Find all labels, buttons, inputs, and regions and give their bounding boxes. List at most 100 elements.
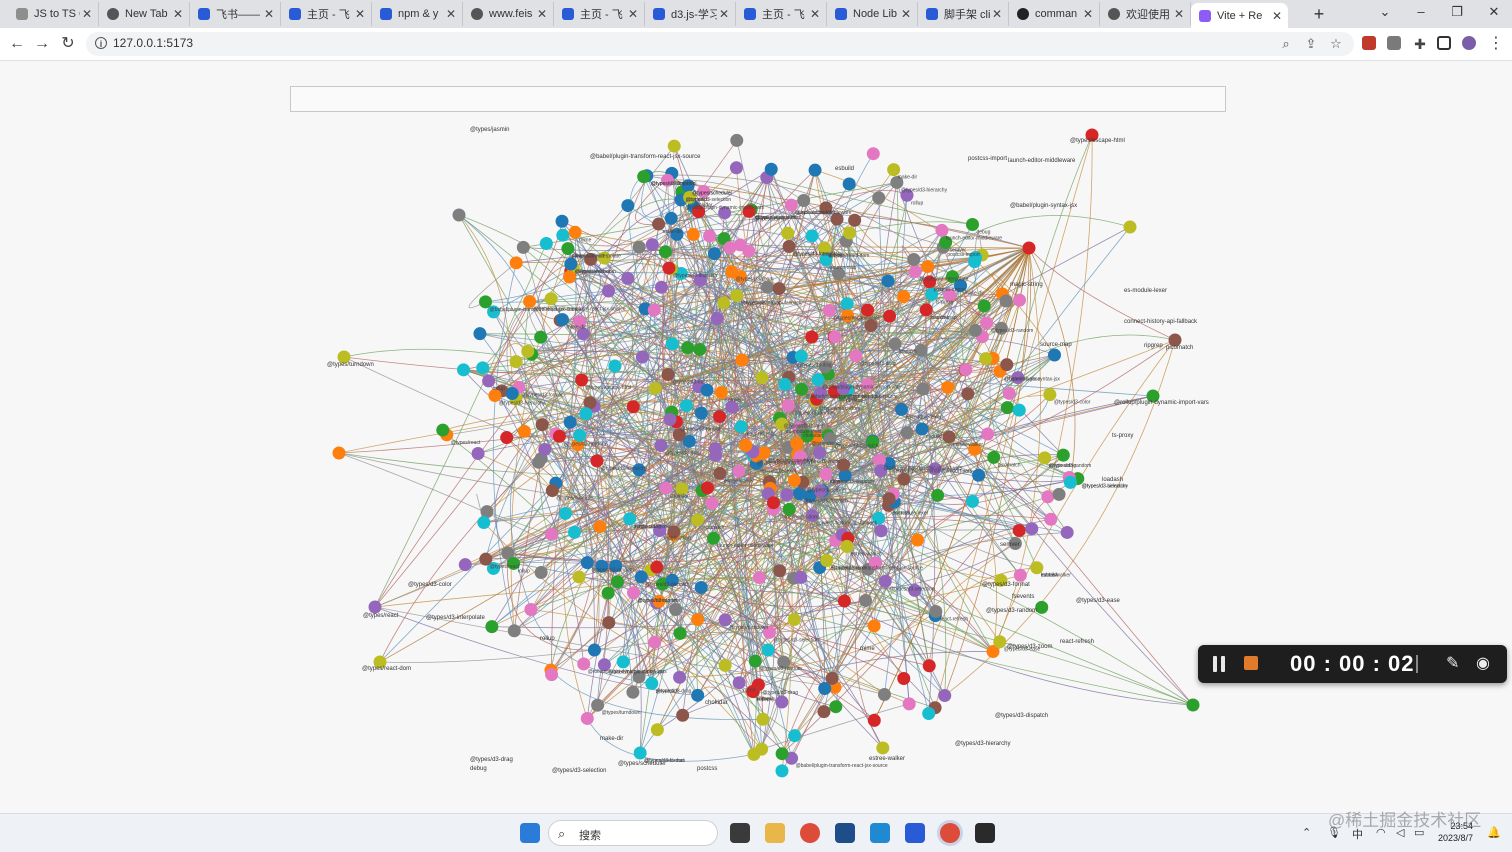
graph-node[interactable]: [610, 575, 624, 589]
graph-node[interactable]: [842, 177, 856, 191]
graph-node[interactable]: [538, 442, 552, 456]
graph-node[interactable]: [817, 705, 831, 719]
camera-icon[interactable]: ◉: [1476, 653, 1490, 673]
graph-node[interactable]: [881, 274, 895, 288]
graph-node[interactable]: [673, 670, 687, 684]
graph-node[interactable]: [883, 309, 897, 323]
graph-node[interactable]: [867, 713, 881, 727]
graph-node[interactable]: [828, 330, 842, 344]
graph-node[interactable]: [1047, 348, 1061, 362]
graph-node[interactable]: [1012, 523, 1026, 537]
graph-node[interactable]: [729, 161, 743, 175]
graph-node[interactable]: [1063, 475, 1077, 489]
graph-node[interactable]: [637, 170, 651, 184]
graph-node[interactable]: [921, 260, 935, 274]
graph-node[interactable]: [568, 525, 582, 539]
graph-node[interactable]: [664, 211, 678, 225]
graph-node[interactable]: [539, 237, 553, 251]
graph-node[interactable]: [772, 282, 786, 296]
graph-node[interactable]: [1002, 386, 1016, 400]
graph-node[interactable]: [718, 658, 732, 672]
graph-node[interactable]: [663, 412, 677, 426]
graph-node[interactable]: [843, 226, 857, 240]
taskbar-search[interactable]: ⌕ 搜索: [548, 820, 718, 846]
graph-node[interactable]: [859, 593, 873, 607]
graph-node[interactable]: [1123, 220, 1137, 234]
graph-node[interactable]: [818, 682, 832, 696]
graph-node[interactable]: [368, 600, 382, 614]
graph-node[interactable]: [981, 427, 995, 441]
graph-node[interactable]: [837, 594, 851, 608]
graph-node[interactable]: [805, 330, 819, 344]
feishu-icon[interactable]: [905, 823, 925, 843]
graph-node[interactable]: [778, 377, 792, 391]
graph-node[interactable]: [897, 289, 911, 303]
graph-node[interactable]: [775, 764, 789, 778]
chrome-icon[interactable]: [800, 823, 820, 843]
graph-node[interactable]: [505, 386, 519, 400]
graph-node[interactable]: [648, 381, 662, 395]
graph-node[interactable]: [794, 349, 808, 363]
graph-node[interactable]: [667, 139, 681, 153]
graph-node[interactable]: [471, 446, 485, 460]
graph-node[interactable]: [787, 473, 801, 487]
graph-node[interactable]: [616, 655, 630, 669]
graph-node[interactable]: [760, 280, 774, 294]
graph-node[interactable]: [840, 297, 854, 311]
graph-node[interactable]: [452, 208, 466, 222]
graph-node[interactable]: [694, 406, 708, 420]
graph-node[interactable]: [866, 147, 880, 161]
graph-node[interactable]: [707, 247, 721, 261]
graph-node[interactable]: [587, 643, 601, 657]
graph-node[interactable]: [626, 685, 640, 699]
graph-node[interactable]: [1000, 401, 1014, 415]
graph-node[interactable]: [752, 571, 766, 585]
graph-node[interactable]: [780, 488, 794, 502]
graph-node[interactable]: [602, 616, 616, 630]
graph-node[interactable]: [705, 496, 719, 510]
graph-node[interactable]: [979, 352, 993, 366]
graph-node[interactable]: [735, 353, 749, 367]
graph-node[interactable]: [477, 515, 491, 529]
graph-node[interactable]: [534, 566, 548, 580]
graph-node[interactable]: [332, 446, 346, 460]
graph-node[interactable]: [650, 560, 664, 574]
graph-node[interactable]: [766, 496, 780, 510]
graph-node[interactable]: [691, 613, 705, 627]
graph-node[interactable]: [829, 700, 843, 714]
graph-node[interactable]: [579, 407, 593, 421]
graph-node[interactable]: [555, 214, 569, 228]
graph-node[interactable]: [621, 271, 635, 285]
windows-start-icon[interactable]: [520, 823, 540, 843]
graph-node[interactable]: [532, 455, 546, 469]
graph-node[interactable]: [761, 643, 775, 657]
graph-node[interactable]: [458, 558, 472, 572]
graph-node[interactable]: [872, 191, 886, 205]
graph-node[interactable]: [775, 695, 789, 709]
graph-node[interactable]: [739, 438, 753, 452]
graph-node[interactable]: [730, 133, 744, 147]
graph-node[interactable]: [485, 620, 499, 634]
graph-node[interactable]: [507, 624, 521, 638]
graph-node[interactable]: [972, 468, 986, 482]
graph-node[interactable]: [676, 708, 690, 722]
graph-node[interactable]: [1056, 448, 1070, 462]
graph-node[interactable]: [1022, 241, 1036, 255]
graph-node[interactable]: [977, 299, 991, 313]
graph-node[interactable]: [1035, 600, 1049, 614]
dependency-force-graph[interactable]: @types/jasmin @babel/plugin-transform-rea…: [0, 0, 1512, 851]
pen-icon[interactable]: ✎: [1446, 653, 1459, 673]
graph-node[interactable]: [658, 245, 672, 259]
graph-node[interactable]: [709, 448, 723, 462]
graph-node[interactable]: [710, 311, 724, 325]
graph-node[interactable]: [723, 241, 737, 255]
graph-node[interactable]: [916, 382, 930, 396]
graph-node[interactable]: [700, 481, 714, 495]
graph-node[interactable]: [457, 363, 471, 377]
graph-node[interactable]: [626, 400, 640, 414]
graph-node[interactable]: [732, 464, 746, 478]
graph-node[interactable]: [910, 533, 924, 547]
graph-node[interactable]: [524, 602, 538, 616]
graph-node[interactable]: [572, 570, 586, 584]
graph-node[interactable]: [476, 361, 490, 375]
